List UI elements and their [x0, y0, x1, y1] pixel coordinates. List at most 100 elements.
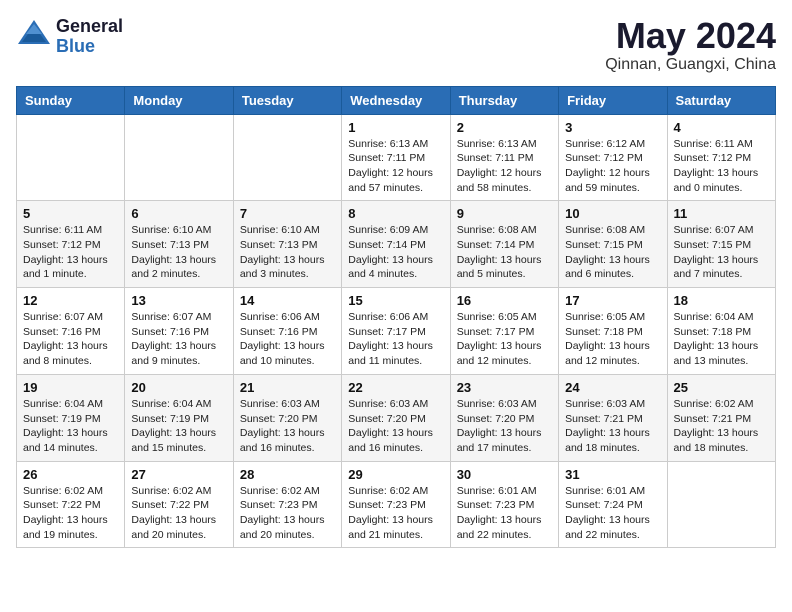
day-info: Sunrise: 6:01 AMSunset: 7:23 PMDaylight:… [457, 484, 552, 543]
day-info: Sunrise: 6:04 AMSunset: 7:19 PMDaylight:… [23, 397, 118, 456]
day-number: 18 [674, 293, 769, 308]
calendar-cell: 19 Sunrise: 6:04 AMSunset: 7:19 PMDayligh… [17, 374, 125, 461]
logo: General Blue [16, 16, 123, 57]
day-info: Sunrise: 6:07 AMSunset: 7:16 PMDaylight:… [131, 310, 226, 369]
day-info: Sunrise: 6:03 AMSunset: 7:20 PMDaylight:… [348, 397, 443, 456]
day-number: 30 [457, 467, 552, 482]
day-info: Sunrise: 6:07 AMSunset: 7:16 PMDaylight:… [23, 310, 118, 369]
logo-text: General Blue [56, 17, 123, 57]
day-number: 1 [348, 120, 443, 135]
day-info: Sunrise: 6:02 AMSunset: 7:23 PMDaylight:… [348, 484, 443, 543]
weekday-header: Monday [125, 86, 233, 114]
day-info: Sunrise: 6:02 AMSunset: 7:22 PMDaylight:… [131, 484, 226, 543]
calendar-cell: 17Sunrise: 6:05 AMSunset: 7:18 PMDayligh… [559, 288, 667, 375]
day-number: 2 [457, 120, 552, 135]
logo-icon [16, 16, 52, 57]
weekday-header: Tuesday [233, 86, 341, 114]
calendar-cell: 31 Sunrise: 6:01 AMSunset: 7:24 PMDayligh… [559, 461, 667, 548]
day-number: 25 [674, 380, 769, 395]
day-number: 14 [240, 293, 335, 308]
calendar-cell: 18 Sunrise: 6:04 AMSunset: 7:18 PMDayligh… [667, 288, 775, 375]
day-number: 29 [348, 467, 443, 482]
day-number: 27 [131, 467, 226, 482]
day-info: Sunrise: 6:11 AMSunset: 7:12 PMDaylight:… [23, 223, 118, 282]
day-number: 20 [131, 380, 226, 395]
day-info: Sunrise: 6:04 AMSunset: 7:18 PMDaylight:… [674, 310, 769, 369]
calendar-cell: 21 Sunrise: 6:03 AMSunset: 7:20 PMDayligh… [233, 374, 341, 461]
day-number: 15 [348, 293, 443, 308]
weekday-header: Saturday [667, 86, 775, 114]
day-info: Sunrise: 6:10 AMSunset: 7:13 PMDaylight:… [131, 223, 226, 282]
day-number: 21 [240, 380, 335, 395]
calendar-cell: 30 Sunrise: 6:01 AMSunset: 7:23 PMDayligh… [450, 461, 558, 548]
calendar-cell: 27 Sunrise: 6:02 AMSunset: 7:22 PMDayligh… [125, 461, 233, 548]
calendar-cell: 22 Sunrise: 6:03 AMSunset: 7:20 PMDayligh… [342, 374, 450, 461]
day-number: 7 [240, 206, 335, 221]
day-info: Sunrise: 6:02 AMSunset: 7:21 PMDaylight:… [674, 397, 769, 456]
day-info: Sunrise: 6:08 AMSunset: 7:15 PMDaylight:… [565, 223, 660, 282]
day-number: 8 [348, 206, 443, 221]
day-info: Sunrise: 6:08 AMSunset: 7:14 PMDaylight:… [457, 223, 552, 282]
day-info: Sunrise: 6:07 AMSunset: 7:15 PMDaylight:… [674, 223, 769, 282]
calendar-cell: 3 Sunrise: 6:12 AMSunset: 7:12 PMDaylight… [559, 114, 667, 201]
calendar-cell: 4Sunrise: 6:11 AMSunset: 7:12 PMDaylight… [667, 114, 775, 201]
day-number: 3 [565, 120, 660, 135]
calendar-title: May 2024 [605, 16, 776, 56]
calendar-week-row: 26 Sunrise: 6:02 AMSunset: 7:22 PMDayligh… [17, 461, 776, 548]
day-number: 26 [23, 467, 118, 482]
day-info: Sunrise: 6:12 AMSunset: 7:12 PMDaylight:… [565, 137, 660, 196]
calendar-cell: 7 Sunrise: 6:10 AMSunset: 7:13 PMDaylight… [233, 201, 341, 288]
day-number: 11 [674, 206, 769, 221]
day-info: Sunrise: 6:13 AMSunset: 7:11 PMDaylight:… [348, 137, 443, 196]
logo-general: General [56, 17, 123, 37]
calendar-cell: 10 Sunrise: 6:08 AMSunset: 7:15 PMDayligh… [559, 201, 667, 288]
day-info: Sunrise: 6:05 AMSunset: 7:17 PMDaylight:… [457, 310, 552, 369]
calendar-cell: 11 Sunrise: 6:07 AMSunset: 7:15 PMDayligh… [667, 201, 775, 288]
day-info: Sunrise: 6:02 AMSunset: 7:23 PMDaylight:… [240, 484, 335, 543]
logo-blue: Blue [56, 37, 123, 57]
calendar-cell: 28Sunrise: 6:02 AMSunset: 7:23 PMDayligh… [233, 461, 341, 548]
weekday-header-row: SundayMondayTuesdayWednesdayThursdayFrid… [17, 86, 776, 114]
calendar-cell: 12Sunrise: 6:07 AMSunset: 7:16 PMDayligh… [17, 288, 125, 375]
day-info: Sunrise: 6:03 AMSunset: 7:20 PMDaylight:… [457, 397, 552, 456]
day-number: 24 [565, 380, 660, 395]
day-number: 22 [348, 380, 443, 395]
calendar-cell [125, 114, 233, 201]
day-number: 10 [565, 206, 660, 221]
day-number: 4 [674, 120, 769, 135]
calendar-cell: 14Sunrise: 6:06 AMSunset: 7:16 PMDayligh… [233, 288, 341, 375]
day-info: Sunrise: 6:02 AMSunset: 7:22 PMDaylight:… [23, 484, 118, 543]
calendar-cell [17, 114, 125, 201]
day-info: Sunrise: 6:03 AMSunset: 7:20 PMDaylight:… [240, 397, 335, 456]
day-number: 13 [131, 293, 226, 308]
calendar-cell: 2 Sunrise: 6:13 AMSunset: 7:11 PMDaylight… [450, 114, 558, 201]
day-number: 16 [457, 293, 552, 308]
day-number: 31 [565, 467, 660, 482]
calendar-cell [233, 114, 341, 201]
weekday-header: Wednesday [342, 86, 450, 114]
calendar-cell: 16 Sunrise: 6:05 AMSunset: 7:17 PMDayligh… [450, 288, 558, 375]
calendar-cell: 5 Sunrise: 6:11 AMSunset: 7:12 PMDaylight… [17, 201, 125, 288]
title-block: May 2024 Qinnan, Guangxi, China [605, 16, 776, 74]
calendar-week-row: 19 Sunrise: 6:04 AMSunset: 7:19 PMDayligh… [17, 374, 776, 461]
day-info: Sunrise: 6:01 AMSunset: 7:24 PMDaylight:… [565, 484, 660, 543]
day-number: 5 [23, 206, 118, 221]
calendar-cell [667, 461, 775, 548]
page-header: General Blue May 2024 Qinnan, Guangxi, C… [16, 16, 776, 74]
day-number: 19 [23, 380, 118, 395]
calendar-cell: 20Sunrise: 6:04 AMSunset: 7:19 PMDayligh… [125, 374, 233, 461]
calendar-cell: 25 Sunrise: 6:02 AMSunset: 7:21 PMDayligh… [667, 374, 775, 461]
calendar-cell: 13 Sunrise: 6:07 AMSunset: 7:16 PMDayligh… [125, 288, 233, 375]
day-info: Sunrise: 6:05 AMSunset: 7:18 PMDaylight:… [565, 310, 660, 369]
day-info: Sunrise: 6:13 AMSunset: 7:11 PMDaylight:… [457, 137, 552, 196]
calendar-cell: 15Sunrise: 6:06 AMSunset: 7:17 PMDayligh… [342, 288, 450, 375]
calendar-week-row: 5 Sunrise: 6:11 AMSunset: 7:12 PMDaylight… [17, 201, 776, 288]
day-info: Sunrise: 6:10 AMSunset: 7:13 PMDaylight:… [240, 223, 335, 282]
calendar-cell: 8Sunrise: 6:09 AMSunset: 7:14 PMDaylight… [342, 201, 450, 288]
calendar-cell: 29 Sunrise: 6:02 AMSunset: 7:23 PMDayligh… [342, 461, 450, 548]
weekday-header: Friday [559, 86, 667, 114]
calendar-cell: 9Sunrise: 6:08 AMSunset: 7:14 PMDaylight… [450, 201, 558, 288]
calendar-subtitle: Qinnan, Guangxi, China [605, 56, 776, 74]
weekday-header: Thursday [450, 86, 558, 114]
calendar-cell: 23Sunrise: 6:03 AMSunset: 7:20 PMDayligh… [450, 374, 558, 461]
